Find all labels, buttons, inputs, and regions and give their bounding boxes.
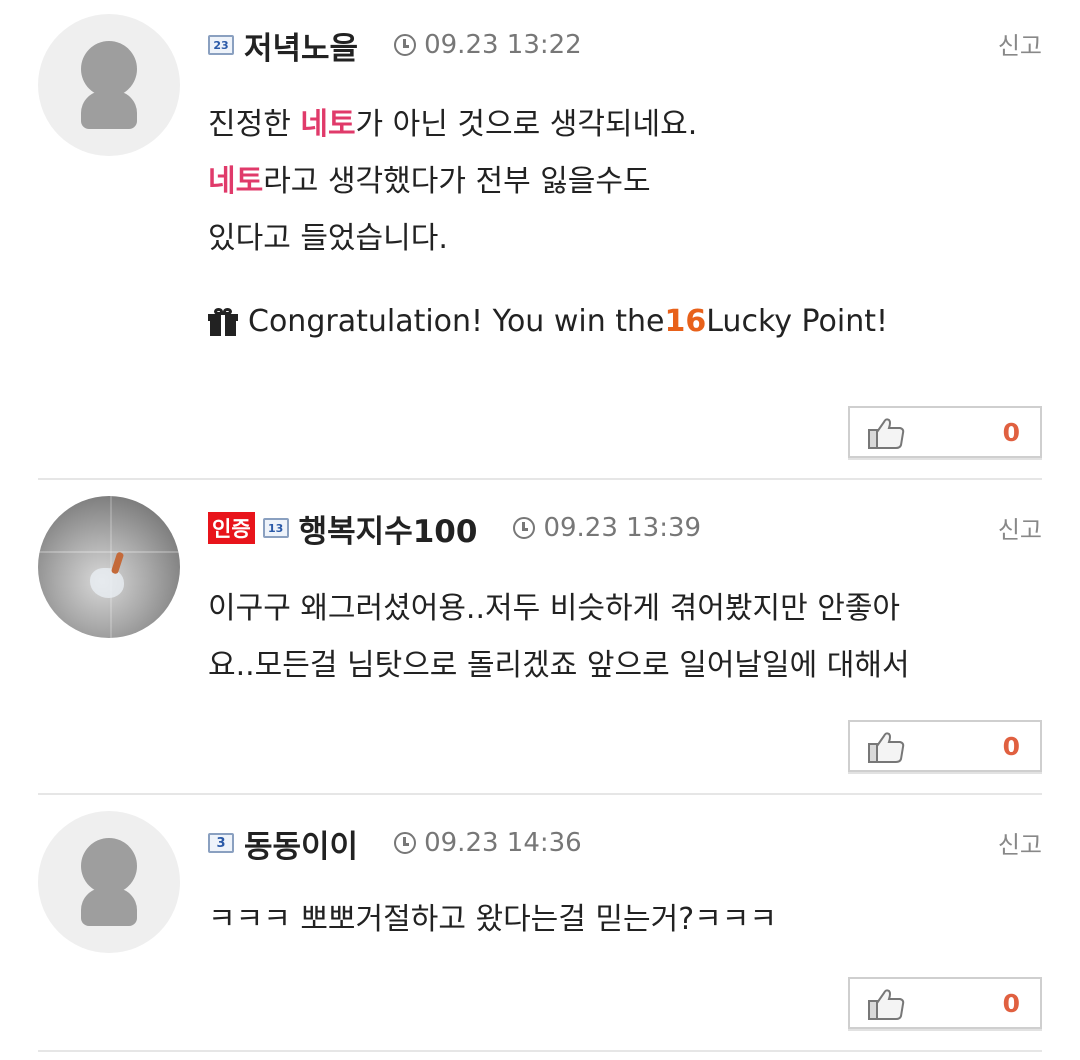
- thumbs-up-icon: [868, 732, 905, 763]
- lucky-point-message: Congratulation! You win the 16 Lucky Poi…: [208, 304, 888, 339]
- comment-header: 인증 13 행복지수100 09.23 13:39: [208, 506, 702, 551]
- like-button[interactable]: 0: [848, 720, 1042, 772]
- comment-body: 이구구 왜그러셨어용..저두 비슷하게 겪어봤지만 안좋아 요..모든걸 님탓으…: [208, 580, 910, 694]
- level-badge: 3: [208, 833, 234, 853]
- comment-line: 요..모든걸 님탓으로 돌리겠죠 앞으로 일어날일에 대해서: [208, 648, 910, 683]
- thumbs-up-icon: [868, 418, 905, 449]
- comment-time: 09.23 13:22: [424, 30, 582, 60]
- level-badge: 23: [208, 35, 234, 55]
- comment-body: ㅋㅋㅋ 뽀뽀거절하고 왔다는걸 믿는거?ㅋㅋㅋ: [208, 891, 777, 948]
- clock-icon: [394, 832, 417, 854]
- nickname[interactable]: 동동이이: [244, 821, 358, 866]
- like-count: 0: [1002, 417, 1020, 447]
- like-count: 0: [1002, 988, 1020, 1018]
- gift-icon: [208, 307, 238, 336]
- comment-line: 있다고 들었습니다.: [208, 221, 448, 256]
- thumbs-up-icon: [868, 989, 905, 1020]
- comment-item: 인증 13 행복지수100 09.23 13:39 신고 이구구 왜그러셨어용.…: [38, 478, 1042, 795]
- comment-time: 09.23 13:39: [543, 513, 702, 543]
- nickname[interactable]: 행복지수100: [299, 506, 478, 551]
- comment-line: 진정한 네토가 아닌 것으로 생각되네요.: [208, 107, 698, 142]
- report-button[interactable]: 신고: [998, 26, 1042, 61]
- like-button[interactable]: 0: [848, 406, 1042, 458]
- comment-line: 이구구 왜그러셨어용..저두 비슷하게 겪어봤지만 안좋아: [208, 591, 901, 626]
- comment-item: 23 저녁노을 09.23 13:22 신고 진정한 네토가 아닌 것으로 생각…: [38, 12, 1042, 480]
- like-count: 0: [1002, 731, 1020, 761]
- default-avatar-icon[interactable]: [38, 14, 180, 156]
- certified-badge: 인증: [208, 512, 255, 544]
- comment-time: 09.23 14:36: [424, 828, 582, 858]
- comment-header: 3 동동이이 09.23 14:36: [208, 821, 582, 866]
- report-button[interactable]: 신고: [998, 825, 1042, 860]
- comment-header: 23 저녁노을 09.23 13:22: [208, 23, 582, 68]
- clock-icon: [513, 517, 536, 539]
- comment-item: 3 동동이이 09.23 14:36 신고 ㅋㅋㅋ 뽀뽀거절하고 왔다는걸 믿는…: [38, 793, 1042, 1052]
- user-avatar[interactable]: [38, 496, 180, 638]
- nickname[interactable]: 저녁노을: [244, 23, 358, 68]
- level-badge: 13: [262, 518, 289, 538]
- report-button[interactable]: 신고: [998, 510, 1042, 545]
- comment-line: ㅋㅋㅋ 뽀뽀거절하고 왔다는걸 믿는거?ㅋㅋㅋ: [208, 902, 777, 937]
- like-button[interactable]: 0: [848, 977, 1042, 1029]
- comment-line: 네토라고 생각했다가 전부 잃을수도: [208, 164, 651, 199]
- default-avatar-icon[interactable]: [38, 811, 180, 953]
- comment-body: 진정한 네토가 아닌 것으로 생각되네요. 네토라고 생각했다가 전부 잃을수도…: [208, 96, 697, 267]
- lucky-points: 16: [664, 304, 707, 339]
- clock-icon: [394, 34, 417, 56]
